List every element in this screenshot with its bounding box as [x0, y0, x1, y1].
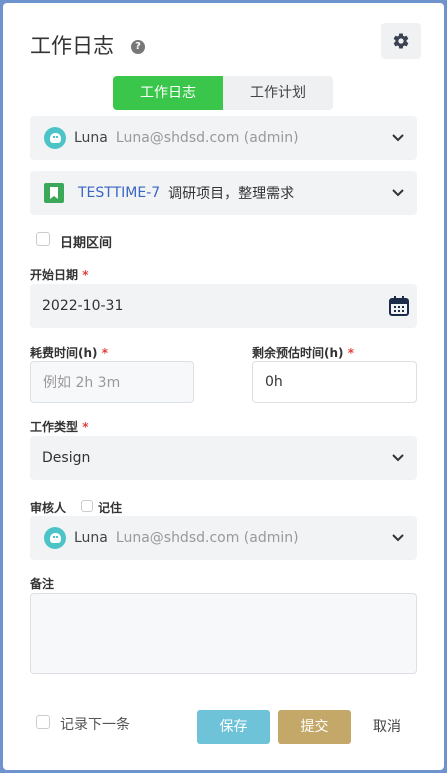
start-date-value: 2022-10-31: [42, 298, 124, 314]
record-next-label: 记录下一条: [60, 717, 130, 733]
reviewer-select[interactable]: Luna Luna@shdsd.com (admin): [30, 516, 417, 560]
notes-label: 备注: [30, 577, 55, 591]
date-range-checkbox[interactable]: [36, 232, 50, 246]
time-spent-label: 耗费时间(h) *: [30, 346, 108, 360]
task-select[interactable]: TESTTIME-7 调研项目，整理需求: [30, 171, 417, 215]
remaining-value: 0h: [265, 374, 283, 390]
task-key: TESTTIME-7: [78, 185, 161, 201]
record-next-checkbox[interactable]: [36, 715, 50, 729]
mode-tabs: 工作日志 工作计划: [113, 76, 333, 110]
avatar: [44, 127, 66, 149]
chevron-down-icon: [392, 534, 404, 542]
tab-work-log[interactable]: 工作日志: [113, 76, 223, 110]
tab-work-plan[interactable]: 工作计划: [223, 76, 333, 110]
time-spent-placeholder: 例如 2h 3m: [43, 375, 121, 391]
help-icon[interactable]: ?: [131, 40, 145, 54]
dialog-title: 工作日志: [30, 34, 114, 58]
task-title: 调研项目，整理需求: [168, 186, 295, 202]
save-button[interactable]: 保存: [197, 710, 270, 744]
reviewer-email: Luna@shdsd.com (admin): [115, 530, 299, 546]
date-range-label: 日期区间: [60, 236, 113, 251]
settings-button[interactable]: [381, 23, 421, 59]
remember-checkbox[interactable]: [81, 500, 93, 512]
remaining-label: 剩余预估时间(h) *: [252, 346, 354, 360]
notes-textarea[interactable]: [30, 593, 417, 674]
work-type-value: Design: [42, 450, 91, 466]
remaining-input[interactable]: 0h: [252, 361, 417, 403]
cancel-button[interactable]: 取消: [359, 710, 415, 744]
time-spent-input[interactable]: 例如 2h 3m: [30, 361, 194, 403]
avatar: [44, 527, 66, 549]
chevron-down-icon: [392, 134, 404, 142]
calendar-icon[interactable]: [389, 296, 409, 316]
work-type-label: 工作类型 *: [30, 420, 89, 434]
reviewer-name: Luna: [74, 530, 108, 546]
work-log-dialog: 工作日志 ? 工作日志 工作计划 Luna Luna@shdsd.com (ad…: [3, 3, 444, 770]
work-type-select[interactable]: Design: [30, 436, 417, 480]
bookmark-icon: [44, 183, 64, 203]
user-name: Luna: [74, 130, 108, 146]
user-email: Luna@shdsd.com (admin): [115, 130, 299, 146]
user-select[interactable]: Luna Luna@shdsd.com (admin): [30, 116, 417, 160]
chevron-down-icon: [392, 454, 404, 462]
gear-icon: [393, 33, 409, 49]
start-date-input[interactable]: 2022-10-31: [30, 284, 417, 328]
start-date-label: 开始日期 *: [30, 268, 89, 282]
submit-button[interactable]: 提交: [278, 710, 351, 744]
remember-label: 记住: [98, 501, 123, 515]
reviewer-label: 审核人: [30, 501, 67, 515]
chevron-down-icon: [392, 189, 404, 197]
